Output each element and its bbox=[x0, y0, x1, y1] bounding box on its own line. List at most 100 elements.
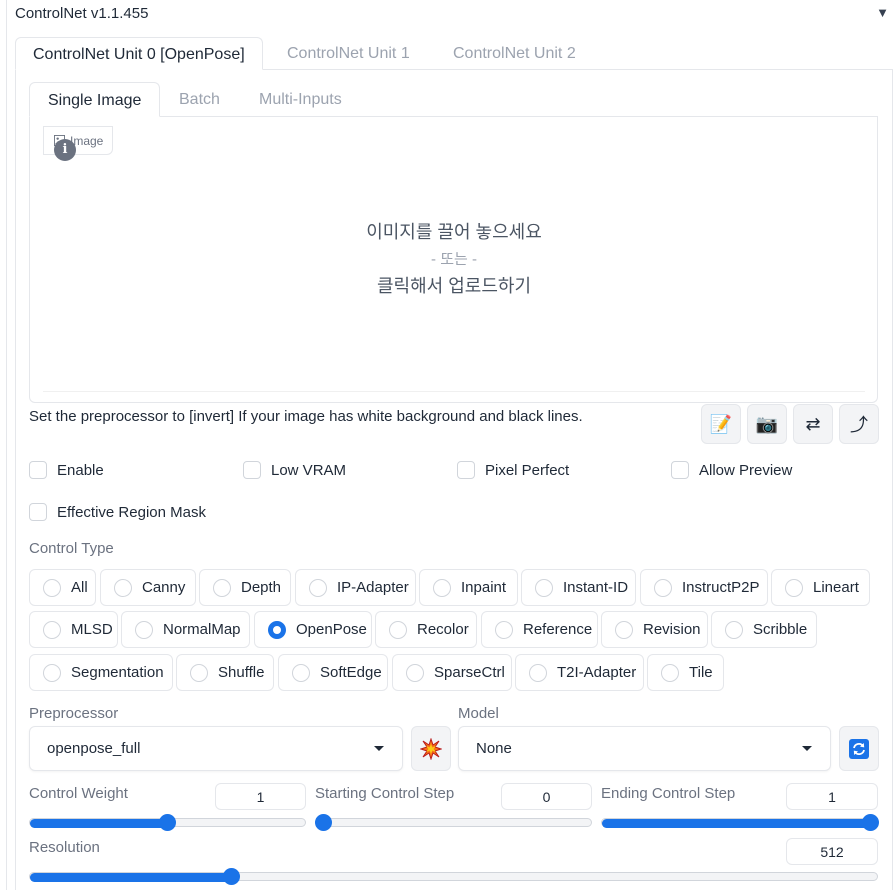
radio-dot[interactable] bbox=[654, 578, 672, 597]
radio-dot[interactable] bbox=[725, 620, 743, 639]
triangle-down-icon[interactable]: ▼ bbox=[876, 5, 889, 20]
control-type-sparsectrl[interactable]: SparseCtrl bbox=[392, 654, 512, 691]
preprocessor-dropdown[interactable]: openpose_full bbox=[29, 726, 403, 771]
control-type-tile[interactable]: Tile bbox=[647, 654, 724, 691]
control-type-all[interactable]: All bbox=[29, 569, 96, 606]
radio-dot[interactable] bbox=[389, 620, 407, 639]
checkbox-box[interactable] bbox=[671, 461, 689, 479]
ending-step-slider[interactable] bbox=[601, 818, 878, 828]
control-type-ip-adapter[interactable]: IP-Adapter bbox=[295, 569, 416, 606]
enable-checkbox[interactable]: Enable bbox=[29, 461, 104, 479]
tab-single-image[interactable]: Single Image bbox=[29, 82, 161, 117]
slider-fill bbox=[602, 819, 871, 828]
control-weight-label: Control Weight bbox=[29, 785, 128, 802]
refresh-models-button[interactable] bbox=[839, 726, 879, 771]
checkbox-box[interactable] bbox=[29, 503, 47, 521]
tab-controlnet-unit-0[interactable]: ControlNet Unit 0 [OpenPose] bbox=[15, 37, 263, 70]
radio-dot[interactable] bbox=[535, 578, 553, 597]
radio-dot[interactable] bbox=[268, 620, 286, 639]
radio-label: Shuffle bbox=[218, 664, 265, 681]
model-label: Model bbox=[458, 705, 499, 722]
radio-dot[interactable] bbox=[292, 663, 310, 682]
control-type-openpose[interactable]: OpenPose bbox=[254, 611, 372, 648]
radio-dot[interactable] bbox=[213, 578, 231, 597]
open-canvas-button[interactable]: 📝 bbox=[701, 404, 741, 444]
control-type-lineart[interactable]: Lineart bbox=[771, 569, 870, 606]
control-type-softedge[interactable]: SoftEdge bbox=[278, 654, 388, 691]
tab-controlnet-unit-1[interactable]: ControlNet Unit 1 bbox=[270, 37, 427, 70]
control-type-recolor[interactable]: Recolor bbox=[375, 611, 477, 648]
tab-batch[interactable]: Batch bbox=[161, 82, 238, 117]
radio-label: Segmentation bbox=[71, 664, 164, 681]
radio-dot[interactable] bbox=[495, 620, 513, 639]
slider-thumb[interactable] bbox=[222, 868, 240, 885]
run-preprocessor-button[interactable] bbox=[411, 726, 451, 771]
radio-dot[interactable] bbox=[114, 578, 132, 597]
control-type-instant-id[interactable]: Instant-ID bbox=[521, 569, 636, 606]
send-dimensions-button[interactable]: ⤴ bbox=[839, 404, 879, 444]
tab-controlnet-unit-2[interactable]: ControlNet Unit 2 bbox=[436, 37, 593, 70]
radio-dot[interactable] bbox=[309, 578, 327, 597]
starting-step-slider[interactable] bbox=[315, 818, 592, 828]
radio-dot[interactable] bbox=[785, 578, 803, 597]
radio-dot[interactable] bbox=[135, 620, 153, 639]
effective-region-mask-checkbox[interactable]: Effective Region Mask bbox=[29, 503, 206, 521]
control-type-t2i-adapter[interactable]: T2I-Adapter bbox=[515, 654, 644, 691]
control-type-revision[interactable]: Revision bbox=[601, 611, 708, 648]
accordion-title[interactable]: ControlNet v1.1.455 bbox=[15, 5, 148, 22]
slider-thumb[interactable] bbox=[314, 814, 332, 831]
radio-label: T2I-Adapter bbox=[557, 664, 637, 681]
starting-step-input[interactable]: 0 bbox=[501, 783, 592, 810]
chevron-down-icon bbox=[802, 746, 812, 751]
radio-label: SparseCtrl bbox=[434, 664, 505, 681]
resolution-input[interactable]: 512 bbox=[786, 838, 878, 865]
control-type-reference[interactable]: Reference bbox=[481, 611, 598, 648]
radio-dot[interactable] bbox=[433, 578, 451, 597]
ending-step-input[interactable]: 1 bbox=[786, 783, 878, 810]
radio-dot[interactable] bbox=[190, 663, 208, 682]
drop-instruction: 이미지를 끌어 놓으세요 bbox=[366, 222, 542, 242]
radio-label: MLSD bbox=[71, 621, 113, 638]
model-value: None bbox=[476, 740, 512, 757]
control-type-depth[interactable]: Depth bbox=[199, 569, 291, 606]
radio-dot[interactable] bbox=[615, 620, 633, 639]
control-type-inpaint[interactable]: Inpaint bbox=[419, 569, 518, 606]
checkbox-box[interactable] bbox=[29, 461, 47, 479]
checkbox-box[interactable] bbox=[457, 461, 475, 479]
radio-dot[interactable] bbox=[43, 620, 61, 639]
allow-preview-checkbox[interactable]: Allow Preview bbox=[671, 461, 792, 479]
control-type-scribble[interactable]: Scribble bbox=[711, 611, 817, 648]
control-type-canny[interactable]: Canny bbox=[100, 569, 196, 606]
control-type-shuffle[interactable]: Shuffle bbox=[176, 654, 274, 691]
pixel-perfect-checkbox[interactable]: Pixel Perfect bbox=[457, 461, 569, 479]
info-icon[interactable]: i bbox=[54, 139, 76, 161]
radio-dot[interactable] bbox=[43, 578, 61, 597]
low-vram-checkbox[interactable]: Low VRAM bbox=[243, 461, 346, 479]
radio-label: Tile bbox=[689, 664, 713, 681]
radio-label: All bbox=[71, 579, 88, 596]
radio-label: Scribble bbox=[753, 621, 808, 638]
mirror-webcam-button[interactable]: ⇄ bbox=[793, 404, 833, 444]
radio-dot[interactable] bbox=[529, 663, 547, 682]
control-type-segmentation[interactable]: Segmentation bbox=[29, 654, 173, 691]
resolution-slider[interactable] bbox=[29, 872, 878, 882]
invert-hint: Set the preprocessor to [invert] If your… bbox=[29, 408, 583, 425]
slider-thumb[interactable] bbox=[159, 814, 176, 831]
control-type-mlsd[interactable]: MLSD bbox=[29, 611, 118, 648]
tab-multi-inputs[interactable]: Multi-Inputs bbox=[241, 82, 360, 117]
refresh-icon bbox=[849, 738, 869, 759]
radio-dot[interactable] bbox=[661, 663, 679, 682]
checkbox-box[interactable] bbox=[243, 461, 261, 479]
control-weight-input[interactable]: 1 bbox=[215, 783, 306, 810]
radio-dot[interactable] bbox=[43, 663, 61, 682]
model-dropdown[interactable]: None bbox=[458, 726, 831, 771]
control-type-instructp2p[interactable]: InstructP2P bbox=[640, 569, 768, 606]
webcam-button[interactable]: 📷 bbox=[747, 404, 787, 444]
slider-fill bbox=[30, 819, 169, 828]
control-type-normalmap[interactable]: NormalMap bbox=[121, 611, 250, 648]
control-type-label: Control Type bbox=[29, 540, 114, 557]
curved-arrow-icon: ⤴ bbox=[850, 415, 868, 435]
starting-step-label: Starting Control Step bbox=[315, 785, 455, 802]
radio-dot[interactable] bbox=[406, 663, 424, 682]
slider-thumb[interactable] bbox=[861, 814, 879, 831]
